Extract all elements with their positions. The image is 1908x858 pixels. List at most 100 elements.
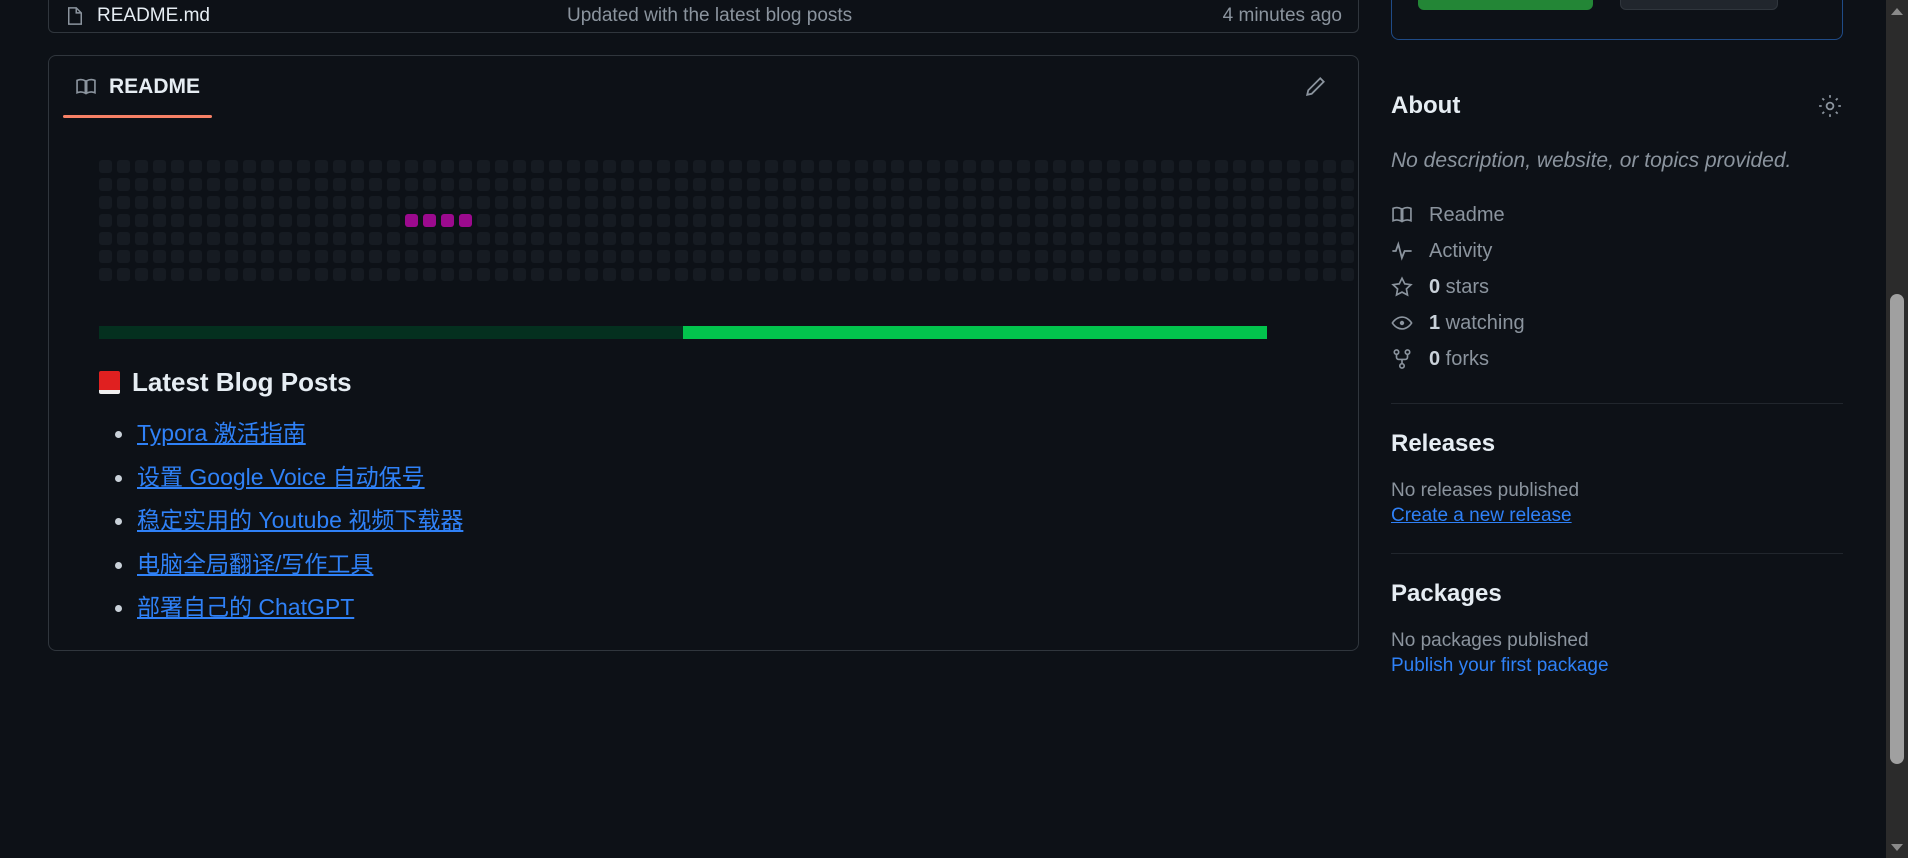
page-scrollbar[interactable] xyxy=(1886,0,1908,858)
file-name-cell[interactable]: README.md xyxy=(65,5,505,27)
releases-title: Releases xyxy=(1391,430,1496,457)
graph-cell xyxy=(855,178,868,191)
graph-cell xyxy=(999,232,1012,245)
about-meta-item[interactable]: 0 forks xyxy=(1391,341,1843,377)
graph-cell xyxy=(225,160,238,173)
graph-cell xyxy=(783,178,796,191)
code-button[interactable] xyxy=(1418,0,1593,10)
graph-cell xyxy=(189,232,202,245)
blog-post-link[interactable]: 设置 Google Voice 自动保号 xyxy=(137,464,425,490)
about-meta-item[interactable]: Readme xyxy=(1391,197,1843,233)
graph-cell xyxy=(1233,196,1246,209)
graph-cell xyxy=(315,232,328,245)
graph-cell xyxy=(819,214,832,227)
graph-cell xyxy=(333,178,346,191)
graph-cell xyxy=(603,214,616,227)
graph-cell xyxy=(225,268,238,281)
graph-cell xyxy=(801,268,814,281)
graph-cell xyxy=(387,196,400,209)
graph-cell xyxy=(117,160,130,173)
scroll-down-arrow[interactable] xyxy=(1886,836,1908,858)
graph-cell xyxy=(963,178,976,191)
graph-cell xyxy=(153,232,166,245)
secondary-action-button[interactable] xyxy=(1620,0,1778,10)
blog-post-link[interactable]: 电脑全局翻译/写作工具 xyxy=(137,551,373,577)
graph-cell xyxy=(1035,160,1048,173)
graph-cell xyxy=(891,178,904,191)
blog-post-link[interactable]: 稳定实用的 Youtube 视频下载器 xyxy=(137,507,463,533)
graph-cell xyxy=(423,178,436,191)
graph-cell xyxy=(909,250,922,263)
graph-cell xyxy=(675,196,688,209)
graph-cell xyxy=(981,232,994,245)
graph-cell xyxy=(1107,268,1120,281)
graph-cell xyxy=(441,214,454,227)
file-list-row[interactable]: README.md Updated with the latest blog p… xyxy=(48,0,1359,33)
graph-cell xyxy=(621,250,634,263)
graph-cell xyxy=(1017,178,1030,191)
graph-cell xyxy=(1341,250,1354,263)
graph-cell xyxy=(945,250,958,263)
graph-cell xyxy=(1269,232,1282,245)
graph-cell xyxy=(1035,232,1048,245)
graph-cell xyxy=(945,214,958,227)
edit-readme-button[interactable] xyxy=(1298,70,1332,104)
graph-cell xyxy=(1143,178,1156,191)
graph-cell xyxy=(963,214,976,227)
graph-cell xyxy=(945,178,958,191)
graph-cell xyxy=(729,196,742,209)
graph-cell xyxy=(837,178,850,191)
commit-message[interactable]: Updated with the latest blog posts xyxy=(505,5,1223,27)
graph-cell xyxy=(1053,160,1066,173)
gear-icon[interactable] xyxy=(1817,93,1843,119)
about-title: About xyxy=(1391,92,1461,119)
graph-cell xyxy=(621,268,634,281)
graph-cell xyxy=(729,214,742,227)
blog-post-link[interactable]: 部署自己的 ChatGPT xyxy=(137,594,354,620)
graph-cell xyxy=(1035,250,1048,263)
graph-cell xyxy=(1197,160,1210,173)
graph-cell xyxy=(927,178,940,191)
scroll-up-arrow[interactable] xyxy=(1886,0,1908,22)
graph-cell xyxy=(1071,232,1084,245)
graph-cell xyxy=(999,196,1012,209)
graph-cell xyxy=(207,214,220,227)
tab-readme[interactable]: README xyxy=(63,56,213,118)
scrollbar-thumb[interactable] xyxy=(1890,294,1904,764)
graph-cell xyxy=(369,178,382,191)
readme-body: Latest Blog Posts Typora 激活指南 设置 Google V… xyxy=(49,118,1358,622)
graph-cell xyxy=(693,232,706,245)
graph-cell xyxy=(99,196,112,209)
graph-cell xyxy=(1215,214,1228,227)
graph-cell xyxy=(531,214,544,227)
graph-cell xyxy=(1233,160,1246,173)
graph-cell xyxy=(279,214,292,227)
graph-cell xyxy=(117,196,130,209)
blog-post-link[interactable]: Typora 激活指南 xyxy=(137,420,306,446)
about-meta-item[interactable]: 1 watching xyxy=(1391,305,1843,341)
file-name-text: README.md xyxy=(97,5,210,26)
graph-cell xyxy=(297,214,310,227)
graph-cell xyxy=(819,268,832,281)
graph-cell xyxy=(513,250,526,263)
graph-cell xyxy=(1287,178,1300,191)
graph-cell xyxy=(1341,160,1354,173)
graph-cell xyxy=(99,232,112,245)
publish-package-link[interactable]: Publish your first package xyxy=(1391,655,1609,677)
graph-cell xyxy=(1179,160,1192,173)
graph-cell xyxy=(711,196,724,209)
about-meta-item[interactable]: 0 stars xyxy=(1391,269,1843,305)
graph-cell xyxy=(1269,196,1282,209)
graph-cell xyxy=(369,214,382,227)
graph-cell xyxy=(1287,214,1300,227)
create-release-link[interactable]: Create a new release xyxy=(1391,505,1572,527)
graph-cell xyxy=(1305,250,1318,263)
graph-cell xyxy=(1215,178,1228,191)
graph-cell xyxy=(801,250,814,263)
graph-cell xyxy=(1197,250,1210,263)
about-meta-item[interactable]: Activity xyxy=(1391,233,1843,269)
graph-cell xyxy=(207,250,220,263)
graph-cell xyxy=(945,268,958,281)
graph-cell xyxy=(99,250,112,263)
graph-cell xyxy=(639,160,652,173)
